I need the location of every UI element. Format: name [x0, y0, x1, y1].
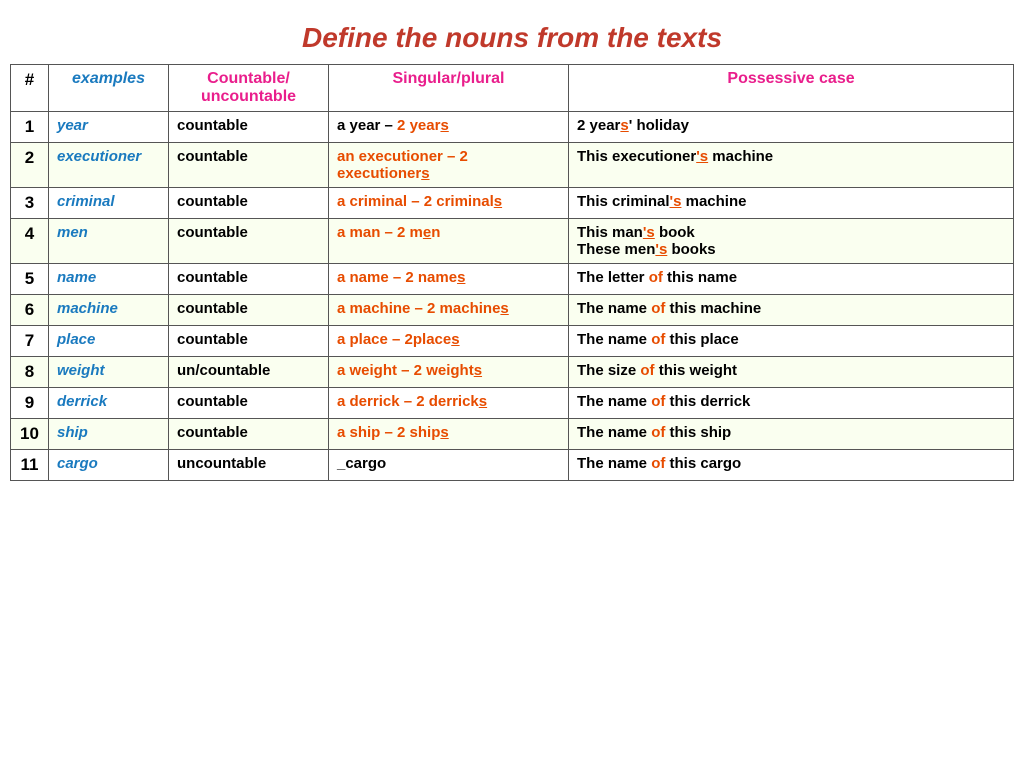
row-num: 3 — [11, 188, 49, 219]
row-num: 1 — [11, 112, 49, 143]
row-possessive: The letter of this name — [569, 264, 1014, 295]
row-sp: a man – 2 men — [329, 219, 569, 264]
table-row: 5namecountablea name – 2 namesThe letter… — [11, 264, 1014, 295]
row-sp: a place – 2places — [329, 326, 569, 357]
row-sp: an executioner – 2 executioners — [329, 143, 569, 188]
table-row: 11cargouncountable_cargoThe name of this… — [11, 450, 1014, 481]
row-countable: countable — [169, 388, 329, 419]
row-possessive: The size of this weight — [569, 357, 1014, 388]
table-row: 2executionercountablean executioner – 2 … — [11, 143, 1014, 188]
header-countable: Countable/ uncountable — [169, 65, 329, 112]
row-possessive: The name of this machine — [569, 295, 1014, 326]
row-num: 2 — [11, 143, 49, 188]
row-example: men — [49, 219, 169, 264]
row-sp: _cargo — [329, 450, 569, 481]
row-possessive: This criminal's machine — [569, 188, 1014, 219]
row-num: 7 — [11, 326, 49, 357]
row-num: 8 — [11, 357, 49, 388]
row-example: name — [49, 264, 169, 295]
row-example: weight — [49, 357, 169, 388]
table-row: 7placecountablea place – 2placesThe name… — [11, 326, 1014, 357]
row-num: 11 — [11, 450, 49, 481]
row-countable: countable — [169, 143, 329, 188]
row-sp: a derrick – 2 derricks — [329, 388, 569, 419]
row-possessive: 2 years' holiday — [569, 112, 1014, 143]
row-sp: a weight – 2 weights — [329, 357, 569, 388]
row-sp: a machine – 2 machines — [329, 295, 569, 326]
row-possessive: The name of this ship — [569, 419, 1014, 450]
header-num: # — [11, 65, 49, 112]
table-row: 10shipcountablea ship – 2 shipsThe name … — [11, 419, 1014, 450]
row-example: ship — [49, 419, 169, 450]
table-row: 9derrickcountablea derrick – 2 derricksT… — [11, 388, 1014, 419]
page-title: Define the nouns from the texts — [10, 10, 1014, 64]
row-countable: countable — [169, 188, 329, 219]
table-row: 1yearcountablea year – 2 years2 years' h… — [11, 112, 1014, 143]
row-countable: countable — [169, 219, 329, 264]
table-row: 4mencountablea man – 2 menThis man's boo… — [11, 219, 1014, 264]
header-sp: Singular/plural — [329, 65, 569, 112]
row-example: criminal — [49, 188, 169, 219]
row-possessive: This man's bookThese men's books — [569, 219, 1014, 264]
row-countable: countable — [169, 419, 329, 450]
row-possessive: This executioner's machine — [569, 143, 1014, 188]
row-countable: un/countable — [169, 357, 329, 388]
row-countable: countable — [169, 326, 329, 357]
row-countable: countable — [169, 264, 329, 295]
row-sp: a criminal – 2 criminals — [329, 188, 569, 219]
row-example: place — [49, 326, 169, 357]
row-num: 6 — [11, 295, 49, 326]
header-possessive: Possessive case — [569, 65, 1014, 112]
row-example: year — [49, 112, 169, 143]
row-example: machine — [49, 295, 169, 326]
row-example: cargo — [49, 450, 169, 481]
row-sp: a ship – 2 ships — [329, 419, 569, 450]
table-row: 8weightun/countablea weight – 2 weightsT… — [11, 357, 1014, 388]
nouns-table: # examples Countable/ uncountable Singul… — [10, 64, 1014, 481]
table-row: 3criminalcountablea criminal – 2 crimina… — [11, 188, 1014, 219]
header-examples: examples — [49, 65, 169, 112]
row-num: 9 — [11, 388, 49, 419]
row-num: 4 — [11, 219, 49, 264]
table-row: 6machinecountablea machine – 2 machinesT… — [11, 295, 1014, 326]
row-sp: a name – 2 names — [329, 264, 569, 295]
row-countable: countable — [169, 112, 329, 143]
row-example: derrick — [49, 388, 169, 419]
row-num: 10 — [11, 419, 49, 450]
row-sp: a year – 2 years — [329, 112, 569, 143]
row-example: executioner — [49, 143, 169, 188]
row-possessive: The name of this cargo — [569, 450, 1014, 481]
row-num: 5 — [11, 264, 49, 295]
row-countable: countable — [169, 295, 329, 326]
row-countable: uncountable — [169, 450, 329, 481]
row-possessive: The name of this place — [569, 326, 1014, 357]
row-possessive: The name of this derrick — [569, 388, 1014, 419]
